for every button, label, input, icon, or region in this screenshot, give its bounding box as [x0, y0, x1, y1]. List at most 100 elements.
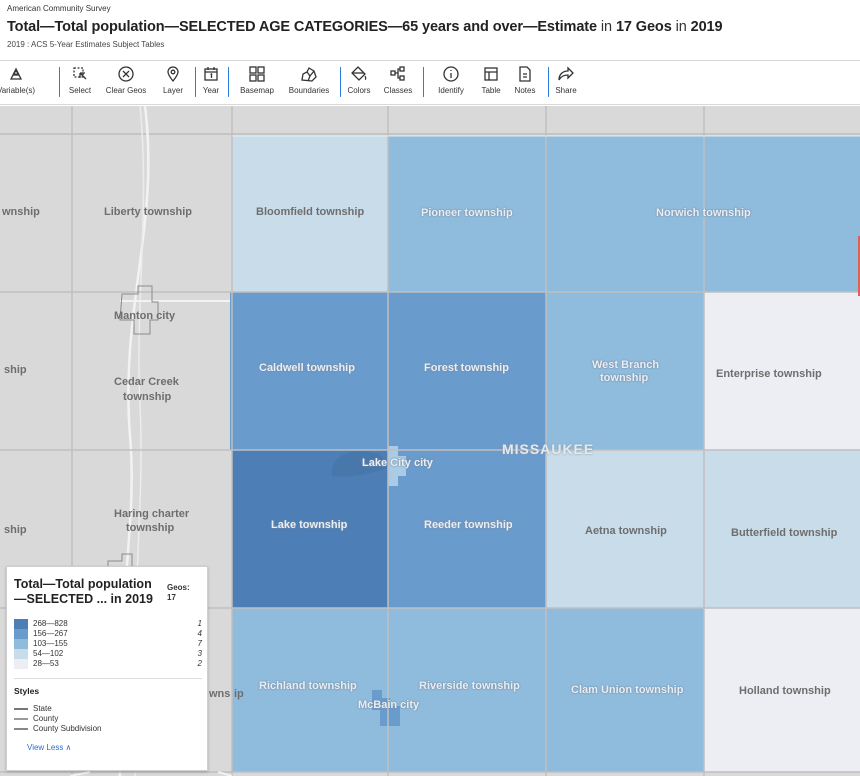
legend-count: 7	[197, 639, 202, 648]
legend-class-row: 28—53 2	[14, 659, 202, 669]
view-less-link[interactable]: View Less ∧	[27, 743, 71, 752]
label-holland: Holland township	[739, 685, 831, 697]
survey-name: American Community Survey	[7, 4, 111, 13]
map-title: Total—Total population—SELECTED AGE CATE…	[7, 19, 723, 35]
label-lakecity: Lake City city	[362, 457, 433, 469]
legend-count: 3	[197, 649, 202, 658]
legend-title-line-1: Total—Total population	[14, 577, 152, 591]
style-label: State	[33, 704, 52, 713]
label-ship-west-2: ship	[4, 524, 27, 536]
calendar-icon	[204, 67, 218, 81]
toolbar-separator	[228, 67, 229, 97]
clear-geos-button[interactable]: Clear Geos	[101, 65, 151, 101]
legend-geos: Geos: 17	[167, 583, 190, 603]
legend-range: 103—155	[33, 639, 68, 648]
classes-button[interactable]: Classes	[379, 65, 417, 101]
legend-title-line-2: —SELECTED ... in 2019	[14, 592, 153, 606]
style-line	[14, 718, 28, 720]
colors-label: Colors	[347, 86, 371, 95]
title-variable: Total—Total population—SELECTED AGE CATE…	[7, 19, 597, 35]
boundaries-label: Boundaries	[288, 86, 330, 95]
label-mcbain: McBain city	[358, 699, 420, 711]
share-button[interactable]: Share	[553, 65, 579, 101]
legend-geos-count: 17	[167, 593, 176, 602]
boundaries-icon	[301, 67, 317, 82]
variables-button[interactable]: Variable(s)	[0, 65, 36, 101]
title-geos: 17 Geos	[615, 19, 672, 35]
colors-button[interactable]: Colors	[344, 65, 374, 101]
label-westbranch-1: West Branch	[592, 359, 660, 371]
legend-swatch	[14, 629, 28, 639]
label-richland-west: wns	[209, 688, 231, 700]
legend-range: 268—828	[33, 619, 68, 628]
legend-class-row: 268—828 1	[14, 619, 202, 629]
basemap-label: Basemap	[240, 86, 274, 95]
year-button[interactable]: Year	[199, 65, 223, 101]
label-haring-1: Haring charter	[114, 508, 190, 520]
legend-swatch	[14, 659, 28, 669]
legend-range: 28—53	[33, 659, 59, 668]
label-lake: Lake township	[271, 519, 348, 531]
legend-swatch	[14, 639, 28, 649]
table-label: Table	[481, 86, 501, 95]
legend-panel: Total—Total population —SELECTED ... in …	[6, 566, 208, 771]
toolbar-separator	[423, 67, 424, 97]
legend-swatch	[14, 649, 28, 659]
header: American Community Survey Total—Total po…	[0, 0, 860, 60]
legend-divider	[14, 678, 202, 679]
title-in-2: in	[671, 19, 691, 35]
label-haring-2: township	[126, 522, 175, 534]
legend-class-row: 156—267 4	[14, 629, 202, 639]
toolbar-separator	[59, 67, 60, 97]
clear-icon	[118, 66, 134, 82]
label-manton: Manton city	[114, 310, 176, 322]
map-app: American Community Survey Total—Total po…	[0, 0, 860, 776]
classes-icon	[390, 66, 405, 81]
notes-button[interactable]: Notes	[510, 65, 540, 101]
notes-label: Notes	[514, 86, 536, 95]
legend-range: 156—267	[33, 629, 68, 638]
label-aetna: Aetna township	[585, 525, 667, 537]
style-line	[14, 728, 28, 730]
legend-class-row: 54—102 3	[14, 649, 202, 659]
label-cedar-creek-1: Cedar Creek	[114, 376, 179, 388]
select-button[interactable]: Select	[65, 65, 95, 101]
select-label: Select	[68, 86, 92, 95]
dataset-subtitle: 2019 : ACS 5-Year Estimates Subject Tabl…	[7, 40, 165, 49]
table-button[interactable]: Table	[477, 65, 505, 101]
notes-icon	[519, 66, 531, 82]
legend-range: 54—102	[33, 649, 64, 658]
grid-icon	[249, 66, 265, 82]
layer-button[interactable]: Layer	[158, 65, 188, 101]
label-caldwell: Caldwell township	[259, 362, 355, 374]
legend-swatch	[14, 619, 28, 629]
label-richland: Richland township	[259, 680, 357, 692]
layer-label: Layer	[162, 86, 183, 95]
label-norwich: Norwich township	[656, 207, 751, 219]
basemap-button[interactable]: Basemap	[234, 65, 280, 101]
boundaries-button[interactable]: Boundaries	[283, 65, 335, 101]
year-label: Year	[202, 86, 220, 95]
style-label: County	[33, 714, 59, 723]
classes-label: Classes	[383, 86, 413, 95]
variables-label: Variable(s)	[0, 86, 36, 95]
table-icon	[484, 67, 498, 81]
label-reeder: Reeder township	[424, 519, 513, 531]
label-enterprise: Enterprise township	[716, 368, 822, 380]
toolbar-separator	[548, 67, 549, 97]
legend-class-row: 103—155 7	[14, 639, 202, 649]
clear-geos-label: Clear Geos	[105, 86, 147, 95]
paint-bucket-icon	[351, 66, 367, 81]
label-westbranch-2: township	[600, 372, 649, 384]
label-forest: Forest township	[424, 362, 509, 374]
label-bloomfield: Bloomfield township	[256, 206, 365, 218]
label-clamunion: Clam Union township	[571, 684, 684, 696]
select-icon	[73, 67, 87, 80]
legend-count: 2	[197, 659, 202, 668]
toolbar-separator	[340, 67, 341, 97]
label-cedar-creek-2: township	[123, 391, 172, 403]
identify-button[interactable]: Identify	[430, 65, 472, 101]
share-label: Share	[555, 86, 577, 95]
toolbar: Variable(s) Select Clear Geos Layer Year…	[0, 60, 860, 105]
pin-icon	[167, 66, 179, 83]
